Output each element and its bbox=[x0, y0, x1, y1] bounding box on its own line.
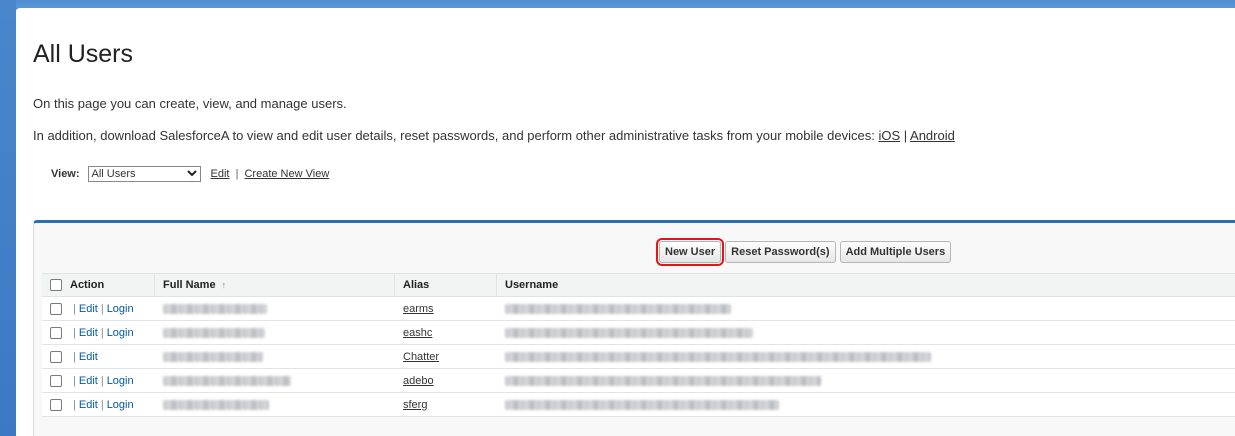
view-label: View: bbox=[51, 168, 80, 180]
view-select[interactable]: All Users bbox=[87, 166, 201, 182]
redacted-username bbox=[505, 375, 821, 386]
users-table: Action Full Name ↑ Alias Username | Edit |… bbox=[42, 273, 1235, 417]
alias-cell: adebo bbox=[395, 369, 497, 392]
row-checkbox[interactable] bbox=[50, 398, 62, 411]
full-name-header-label: Full Name bbox=[163, 279, 216, 291]
table-row: | Edit | Login adebo bbox=[42, 369, 1235, 393]
username-cell bbox=[497, 393, 1235, 416]
link-separator: | bbox=[903, 128, 908, 143]
table-header-row: Action Full Name ↑ Alias Username bbox=[42, 273, 1235, 297]
full-name-header[interactable]: Full Name ↑ bbox=[155, 274, 395, 296]
alias-link[interactable]: earms bbox=[403, 303, 434, 315]
addition-text: In addition, download SalesforceA to vie… bbox=[33, 128, 955, 143]
row-actions: | Edit | Login bbox=[42, 369, 155, 392]
login-link[interactable]: Login bbox=[107, 399, 134, 411]
alias-cell: earms bbox=[395, 297, 497, 320]
alias-link[interactable]: Chatter bbox=[403, 351, 439, 363]
full-name-cell bbox=[155, 297, 395, 320]
page-title: All Users bbox=[33, 40, 134, 68]
table-row: | Edit Chatter bbox=[42, 345, 1235, 369]
full-name-cell bbox=[155, 345, 395, 368]
edit-link[interactable]: Edit bbox=[79, 351, 98, 363]
row-actions: | Edit bbox=[42, 345, 155, 368]
view-link-separator: | bbox=[235, 168, 239, 180]
new-user-button[interactable]: New User bbox=[655, 238, 725, 266]
username-header-label: Username bbox=[505, 279, 559, 291]
username-cell bbox=[497, 297, 1235, 320]
edit-view-link[interactable]: Edit bbox=[211, 168, 230, 180]
left-rail bbox=[0, 0, 16, 436]
edit-link[interactable]: Edit bbox=[79, 399, 98, 411]
chevron-down-icon bbox=[186, 168, 197, 180]
sort-ascending-icon: ↑ bbox=[221, 280, 227, 290]
view-select-value: All Users bbox=[91, 168, 136, 180]
alias-link[interactable]: eashc bbox=[403, 327, 432, 339]
login-link[interactable]: Login bbox=[107, 327, 134, 339]
row-checkbox[interactable] bbox=[50, 374, 62, 387]
edit-link[interactable]: Edit bbox=[79, 303, 98, 315]
redacted-name bbox=[163, 351, 263, 362]
redacted-username bbox=[505, 351, 931, 362]
android-link[interactable]: Android bbox=[910, 128, 955, 143]
redacted-name bbox=[163, 375, 291, 386]
alias-link[interactable]: adebo bbox=[403, 375, 434, 387]
table-row: | Edit | Login eashc bbox=[42, 321, 1235, 345]
redacted-name bbox=[163, 327, 265, 338]
table-row: | Edit | Login sferg bbox=[42, 393, 1235, 417]
alias-cell: Chatter bbox=[395, 345, 497, 368]
redacted-username bbox=[505, 399, 779, 410]
row-checkbox[interactable] bbox=[50, 350, 62, 363]
redacted-name bbox=[163, 303, 267, 314]
view-bar: View: All Users Edit | Create New View bbox=[51, 166, 329, 182]
edit-link[interactable]: Edit bbox=[79, 327, 98, 339]
row-actions: | Edit | Login bbox=[42, 297, 155, 320]
addition-sentence: In addition, download SalesforceA to vie… bbox=[33, 128, 875, 143]
redacted-username bbox=[505, 303, 731, 314]
row-actions: | Edit | Login bbox=[42, 393, 155, 416]
redacted-username bbox=[505, 327, 753, 338]
redacted-name bbox=[163, 399, 269, 410]
intro-text: On this page you can create, view, and m… bbox=[33, 96, 347, 111]
login-link[interactable]: Login bbox=[107, 375, 134, 387]
full-name-cell bbox=[155, 393, 395, 416]
select-all-checkbox[interactable] bbox=[50, 279, 62, 291]
page-content: All Users On this page you can create, v… bbox=[16, 8, 1235, 436]
login-link[interactable]: Login bbox=[107, 303, 134, 315]
alias-link[interactable]: sferg bbox=[403, 399, 427, 411]
username-cell bbox=[497, 321, 1235, 344]
full-name-cell bbox=[155, 369, 395, 392]
row-actions: | Edit | Login bbox=[42, 321, 155, 344]
alias-header[interactable]: Alias bbox=[395, 274, 497, 296]
reset-password-button[interactable]: Reset Password(s) bbox=[725, 241, 836, 263]
alias-cell: eashc bbox=[395, 321, 497, 344]
username-cell bbox=[497, 345, 1235, 368]
table-row: | Edit | Login earms bbox=[42, 297, 1235, 321]
action-header: Action bbox=[42, 274, 155, 296]
edit-link[interactable]: Edit bbox=[79, 375, 98, 387]
add-multiple-users-button[interactable]: Add Multiple Users bbox=[839, 241, 952, 263]
username-header[interactable]: Username bbox=[497, 274, 1235, 296]
username-cell bbox=[497, 369, 1235, 392]
alias-cell: sferg bbox=[395, 393, 497, 416]
action-header-label: Action bbox=[70, 279, 105, 291]
ios-link[interactable]: iOS bbox=[878, 128, 900, 143]
create-new-view-link[interactable]: Create New View bbox=[244, 168, 329, 180]
row-checkbox[interactable] bbox=[50, 326, 62, 339]
list-button-row: New User Reset Password(s) Add Multiple … bbox=[655, 238, 952, 266]
full-name-cell bbox=[155, 321, 395, 344]
users-list-panel: New User Reset Password(s) Add Multiple … bbox=[33, 220, 1235, 436]
view-links: Edit | Create New View bbox=[211, 168, 330, 180]
alias-header-label: Alias bbox=[403, 279, 430, 291]
row-checkbox[interactable] bbox=[50, 302, 62, 315]
